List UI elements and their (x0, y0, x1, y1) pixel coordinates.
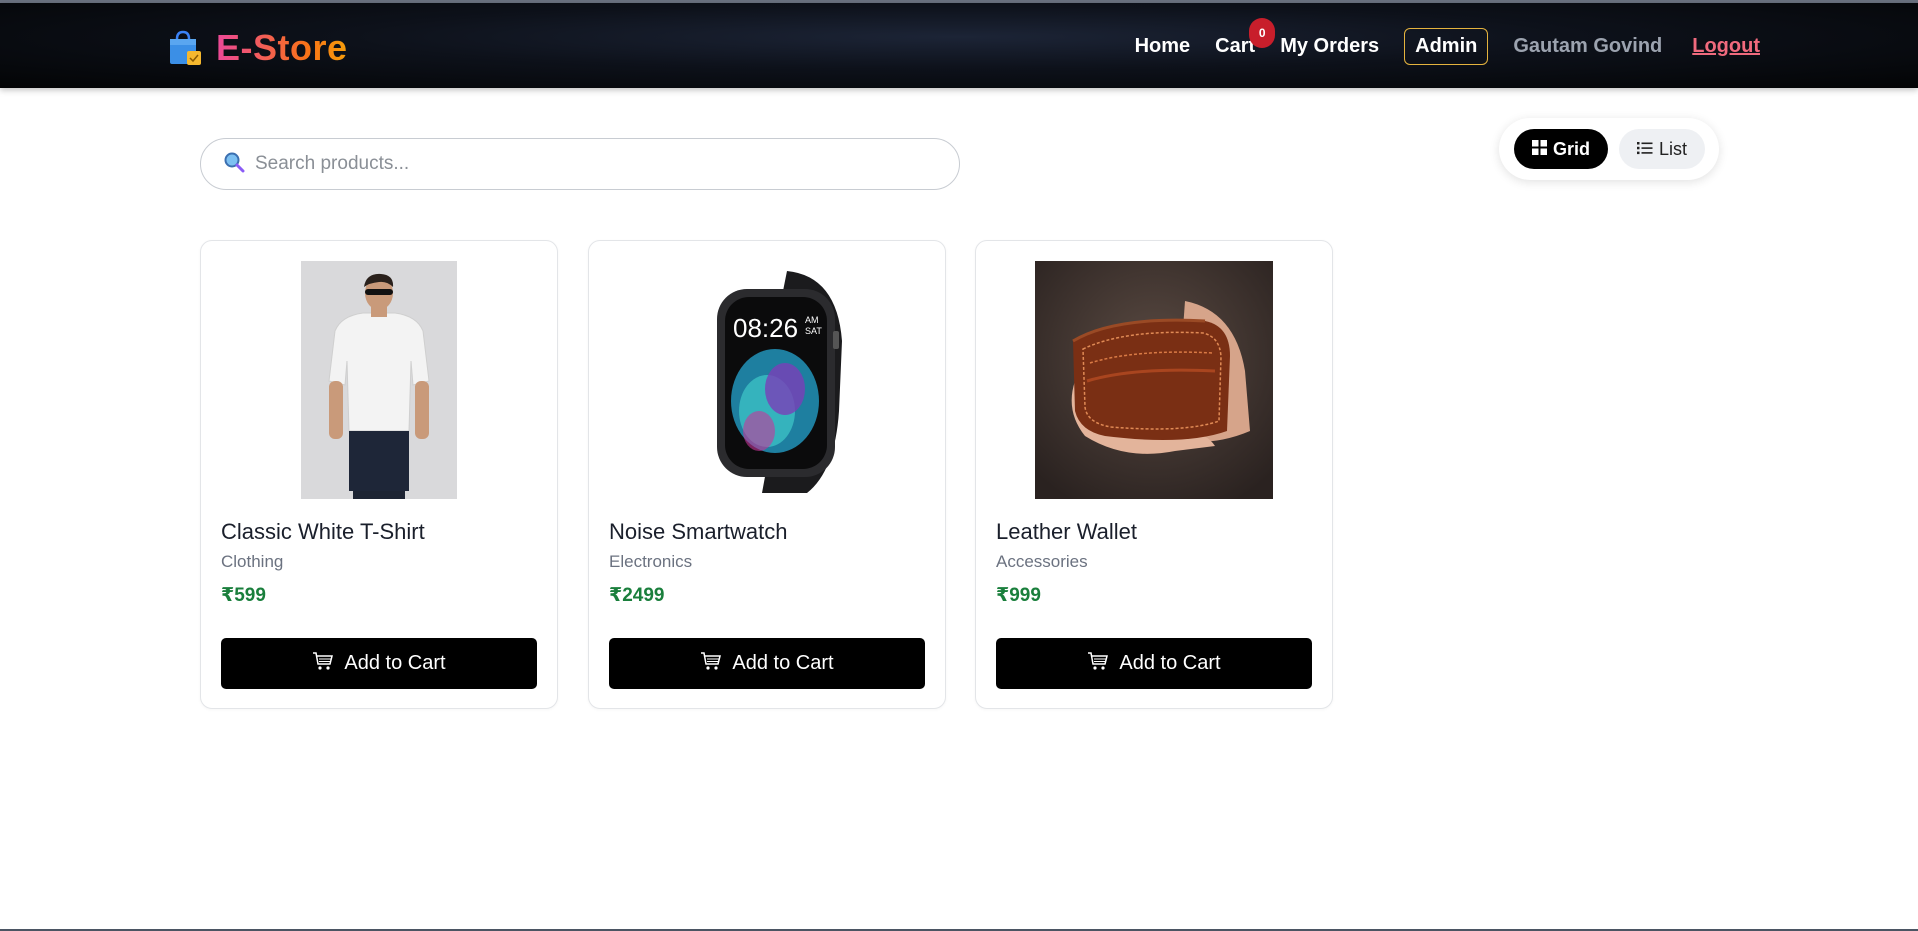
product-name[interactable]: Leather Wallet (996, 519, 1137, 545)
nav-orders-link[interactable]: My Orders (1280, 35, 1379, 58)
add-to-cart-button[interactable]: Add to Cart (996, 638, 1312, 689)
product-name[interactable]: Classic White T-Shirt (221, 519, 425, 545)
list-view-button[interactable]: List (1619, 129, 1705, 169)
brand-logo[interactable]: E-Store (166, 27, 348, 69)
list-view-label: List (1658, 138, 1687, 159)
product-card: 08:26 AM SAT Noise Smartwatch Electronic… (588, 240, 946, 709)
white-tshirt-image[interactable] (301, 261, 457, 499)
nav-links: Home Cart 0 My Orders Admin Gautam Govin… (1110, 17, 1760, 65)
search-icon (223, 151, 245, 178)
watch-ampm-text: AM (805, 315, 819, 325)
add-to-cart-label: Add to Cart (1119, 652, 1221, 674)
shopping-bag-icon (166, 29, 204, 67)
shopping-cart-icon (1087, 651, 1109, 677)
product-price: ₹599 (221, 585, 266, 606)
watch-day-text: SAT (805, 326, 822, 336)
product-name[interactable]: Noise Smartwatch (609, 519, 788, 545)
admin-button[interactable]: Admin (1404, 27, 1489, 65)
shopping-cart-icon (700, 651, 722, 677)
add-to-cart-label: Add to Cart (344, 652, 446, 674)
grid-view-label: Grid (1552, 138, 1590, 159)
add-to-cart-button[interactable]: Add to Cart (221, 638, 537, 689)
list-icon (1636, 139, 1653, 160)
view-toggle: Grid List (1499, 118, 1719, 180)
smartwatch-image[interactable]: 08:26 AM SAT (667, 261, 867, 499)
brand-name: E-Store (216, 27, 348, 68)
watch-time-text: 08:26 (733, 313, 798, 343)
product-category: Electronics (609, 552, 693, 571)
grid-icon (1531, 139, 1547, 160)
shopping-cart-icon (312, 651, 334, 677)
cart-count-badge: 0 (1249, 17, 1276, 48)
product-card: Classic White T-Shirt Clothing ₹599 Add … (200, 240, 558, 709)
product-category: Clothing (221, 552, 284, 571)
product-price: ₹2499 (609, 585, 665, 606)
product-price: ₹999 (996, 585, 1041, 606)
add-to-cart-label: Add to Cart (732, 652, 834, 674)
product-category: Accessories (996, 552, 1088, 571)
logout-link[interactable]: Logout (1692, 35, 1760, 58)
nav-home-link[interactable]: Home (1135, 35, 1191, 58)
nav-cart-link[interactable]: Cart 0 (1215, 17, 1276, 58)
navbar: E-Store Home Cart 0 My Orders Admin Gaut… (0, 3, 1918, 88)
add-to-cart-button[interactable]: Add to Cart (609, 638, 925, 689)
user-name: Gautam Govind (1513, 34, 1663, 57)
leather-wallet-image[interactable] (1035, 261, 1273, 499)
search-input[interactable] (255, 153, 915, 175)
search-bar (200, 138, 960, 190)
product-card: Leather Wallet Accessories ₹999 Add to C… (975, 240, 1333, 709)
grid-view-button[interactable]: Grid (1514, 129, 1608, 169)
